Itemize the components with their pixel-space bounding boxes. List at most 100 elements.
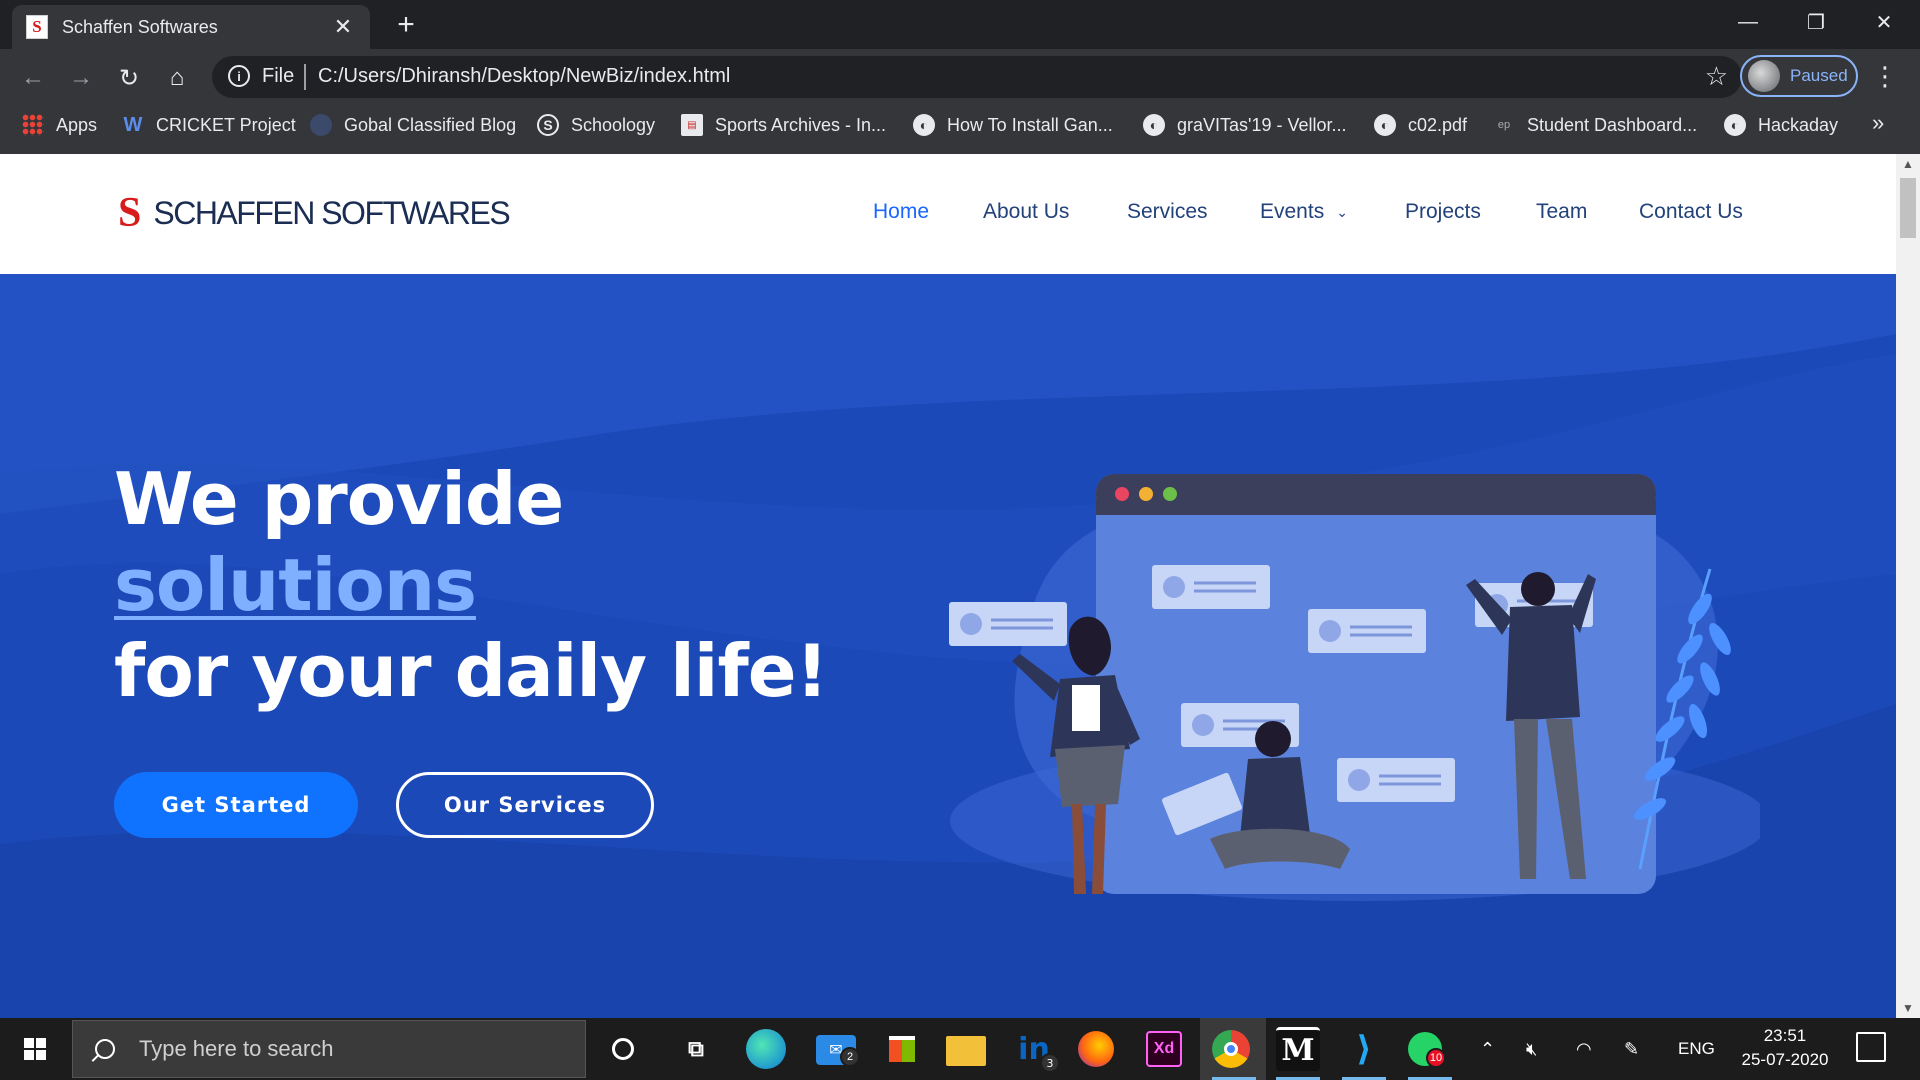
mail-icon[interactable]: ✉ 2 [816, 1035, 860, 1067]
show-hidden-icons[interactable]: ⌃ [1480, 1018, 1495, 1080]
bookmarks-bar: Apps W CRICKET Project Gobal Classified … [0, 106, 1920, 154]
chevron-down-icon: ⌄ [1336, 203, 1348, 220]
scrollbar-thumb[interactable] [1900, 178, 1916, 238]
nav-team[interactable]: Team [1536, 200, 1587, 224]
linkedin-badge: 3 [1040, 1053, 1060, 1073]
medium-icon[interactable]: M [1276, 1027, 1320, 1071]
language-indicator[interactable]: ENG [1678, 1018, 1715, 1080]
bookmark-apps[interactable]: Apps [22, 106, 97, 144]
bookmarks-overflow-icon[interactable]: » [1872, 110, 1884, 136]
bookmark-schoology[interactable]: S Schoology [537, 106, 655, 144]
nav-services[interactable]: Services [1127, 200, 1208, 224]
blog-icon [310, 114, 332, 136]
taskbar-search[interactable]: Type here to search [72, 1020, 586, 1078]
bookmark-gobal-classified-blog[interactable]: Gobal Classified Blog [310, 106, 516, 144]
address-url[interactable]: C:/Users/Dhiransh/Desktop/NewBiz/index.h… [318, 65, 730, 88]
start-button[interactable] [0, 1018, 70, 1080]
schoology-icon: S [537, 114, 559, 136]
bookmark-label: Sports Archives - In... [715, 114, 887, 135]
forward-arrow-icon[interactable]: → [62, 59, 100, 97]
site-favicon-icon: S [26, 15, 48, 39]
bookmark-label: Gobal Classified Blog [344, 114, 517, 135]
sports-icon: ▤ [681, 114, 703, 136]
get-started-button[interactable]: Get Started [114, 772, 358, 838]
browser-toolbar: ← → ↻ ⌂ i File C:/Users/Dhiransh/Desktop… [0, 49, 1920, 106]
new-tab-button[interactable]: + [390, 8, 422, 42]
profile-status: Paused [1790, 66, 1848, 85]
bookmark-cricket-project[interactable]: W CRICKET Project [122, 106, 296, 144]
browser-tab[interactable]: S Schaffen Softwares ✕ [12, 5, 370, 49]
address-scheme: File [262, 65, 295, 87]
nav-about-us[interactable]: About Us [983, 200, 1069, 224]
globe-icon: ◐ [1374, 114, 1396, 136]
linkedin-icon[interactable]: in 3 [1012, 1027, 1060, 1073]
whatsapp-badge: 10 [1426, 1048, 1446, 1068]
bookmark-gravitas[interactable]: ◐ graVITas'19 - Vellor... [1143, 106, 1347, 144]
restore-window-button[interactable]: ❐ [1782, 0, 1850, 44]
page-viewport: S SCHAFFEN SOFTWARES Home About Us Servi… [0, 154, 1896, 1018]
globe-icon: ◐ [1724, 114, 1746, 136]
whatsapp-icon[interactable]: 10 [1408, 1032, 1446, 1068]
home-icon[interactable]: ⌂ [158, 59, 196, 97]
our-services-button[interactable]: Our Services [396, 772, 654, 838]
volume-muted-icon[interactable]: 🔇︎ [1526, 1018, 1537, 1080]
avatar [1748, 60, 1780, 92]
bookmark-how-to-install[interactable]: ◐ How To Install Gan... [913, 106, 1113, 144]
ep-icon: ep [1497, 119, 1511, 131]
bookmark-sports-archives[interactable]: ▤ Sports Archives - In... [681, 106, 886, 144]
firefox-icon[interactable] [1078, 1031, 1114, 1067]
nav-events[interactable]: Events ⌄ [1260, 200, 1348, 224]
bookmark-label: c02.pdf [1408, 114, 1468, 135]
site-info-icon[interactable]: i [228, 65, 250, 87]
edge-icon[interactable] [746, 1029, 786, 1069]
vscode-icon[interactable]: ⟩ [1342, 1027, 1386, 1071]
close-tab-icon[interactable]: ✕ [330, 14, 356, 40]
page-scrollbar[interactable]: ▲ ▼ [1896, 154, 1920, 1018]
task-view-icon[interactable]: ⧉ [674, 1027, 718, 1071]
search-placeholder: Type here to search [139, 1036, 334, 1061]
bookmark-star-icon[interactable]: ☆ [1705, 61, 1728, 92]
system-clock[interactable]: 23:51 25-07-2020 [1730, 1024, 1840, 1072]
file-explorer-icon[interactable] [946, 1036, 986, 1066]
hero-illustration [949, 474, 1760, 901]
wifi-icon[interactable]: ◠ [1576, 1018, 1592, 1080]
chrome-icon[interactable] [1212, 1030, 1250, 1068]
cortana-icon[interactable] [601, 1027, 645, 1071]
address-bar[interactable]: i File C:/Users/Dhiransh/Desktop/NewBiz/… [212, 56, 1742, 98]
hero-headline: We provide solutions for your daily life… [114, 456, 828, 714]
clock-date: 25-07-2020 [1741, 1050, 1829, 1069]
reload-icon[interactable]: ↻ [110, 59, 148, 97]
nav-projects[interactable]: Projects [1405, 200, 1481, 224]
browser-menu-icon[interactable]: ⋮ [1870, 61, 1900, 91]
bookmark-c02-pdf[interactable]: ◐ c02.pdf [1374, 106, 1467, 144]
globe-icon: ◐ [913, 114, 935, 136]
bookmark-label: Hackaday [1758, 114, 1839, 135]
bookmark-hackaday[interactable]: ◐ Hackaday [1724, 106, 1838, 144]
address-divider [304, 64, 306, 90]
notifications-icon[interactable] [1856, 1032, 1886, 1062]
windows-logo-icon [24, 1038, 46, 1060]
w-icon: W [123, 113, 143, 136]
mail-badge: 2 [840, 1047, 860, 1067]
logo-text: SCHAFFEN SOFTWARES [153, 194, 510, 231]
minimize-window-button[interactable]: — [1714, 0, 1782, 44]
clock-time: 23:51 [1763, 1026, 1807, 1045]
apps-grid-icon [22, 114, 44, 136]
store-icon[interactable] [880, 1027, 924, 1071]
bookmark-label: CRICKET Project [156, 114, 296, 135]
nav-home[interactable]: Home [873, 200, 929, 224]
back-arrow-icon[interactable]: ← [14, 59, 52, 97]
scroll-up-icon[interactable]: ▲ [1896, 154, 1920, 174]
profile-button[interactable]: Paused [1740, 55, 1858, 97]
site-logo[interactable]: S SCHAFFEN SOFTWARES [118, 192, 511, 234]
search-icon [95, 1039, 115, 1059]
pen-icon[interactable]: ✎ [1624, 1018, 1639, 1080]
bookmark-student-dashboard[interactable]: ep Student Dashboard... [1493, 106, 1697, 144]
adobe-xd-icon[interactable]: Xd [1146, 1031, 1182, 1067]
close-window-button[interactable]: ✕ [1850, 0, 1918, 44]
nav-events-label: Events [1260, 200, 1325, 223]
site-header: S SCHAFFEN SOFTWARES Home About Us Servi… [0, 154, 1896, 274]
nav-contact-us[interactable]: Contact Us [1639, 200, 1743, 224]
hero-line-2-accent[interactable]: solutions [114, 543, 477, 627]
scroll-down-icon[interactable]: ▼ [1896, 998, 1920, 1018]
